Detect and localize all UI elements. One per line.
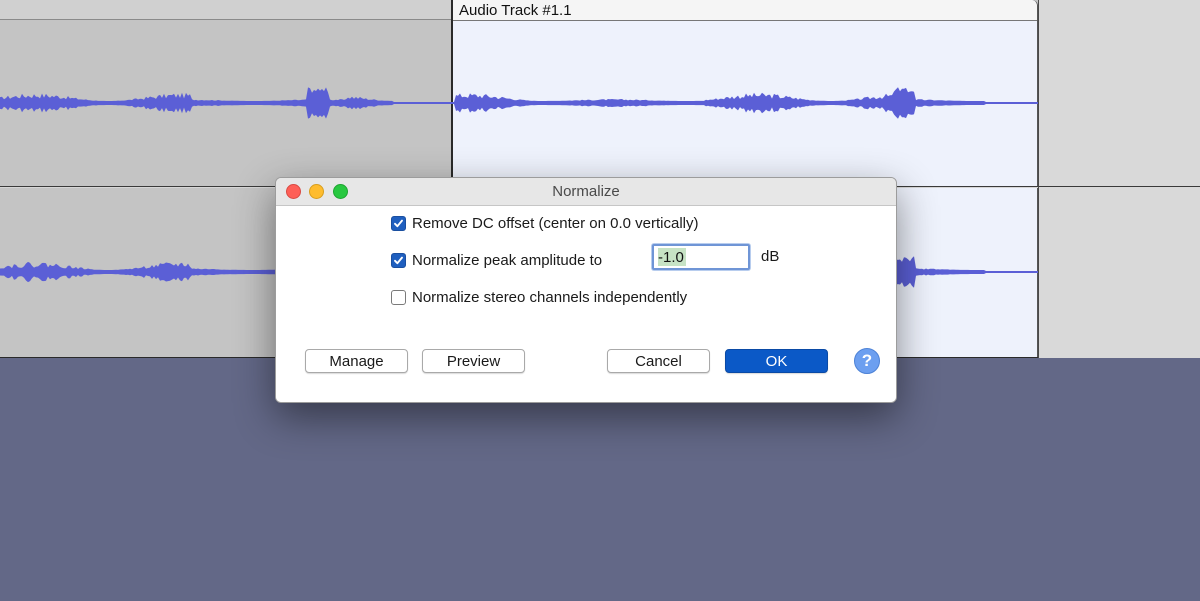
normalize-dialog: Normalize Remove DC offset (center on 0.…: [275, 177, 897, 403]
remove-dc-offset-checkbox[interactable]: [391, 215, 406, 231]
ok-button[interactable]: OK: [725, 349, 828, 373]
track-empty-area: [1038, 0, 1200, 358]
clip-title-bar[interactable]: [0, 0, 451, 20]
remove-dc-offset-option[interactable]: Remove DC offset (center on 0.0 vertical…: [391, 213, 699, 233]
stereo-independent-option[interactable]: Normalize stereo channels independently: [391, 287, 687, 307]
dialog-title: Normalize: [552, 183, 620, 200]
peak-amplitude-input[interactable]: [658, 247, 744, 267]
dialog-titlebar[interactable]: Normalize: [276, 178, 896, 206]
normalize-peak-checkbox[interactable]: [391, 252, 406, 268]
help-icon[interactable]: ?: [854, 348, 880, 374]
remove-dc-offset-label: Remove DC offset (center on 0.0 vertical…: [412, 214, 699, 232]
waveform-channel-top: [0, 87, 1038, 119]
clip-title: Audio Track #1.1: [459, 2, 572, 19]
dialog-body: Remove DC offset (center on 0.0 vertical…: [276, 206, 896, 402]
manage-button[interactable]: Manage: [305, 349, 408, 373]
peak-unit-label: dB: [761, 248, 780, 265]
stereo-independent-checkbox[interactable]: [391, 289, 406, 305]
normalize-peak-label: Normalize peak amplitude to: [412, 251, 603, 269]
cancel-button[interactable]: Cancel: [607, 349, 710, 373]
peak-amplitude-field[interactable]: [652, 244, 750, 270]
normalize-peak-option[interactable]: Normalize peak amplitude to: [391, 250, 602, 270]
stereo-independent-label: Normalize stereo channels independently: [412, 288, 688, 306]
clip-title-bar[interactable]: Audio Track #1.1: [453, 0, 1037, 21]
preview-button[interactable]: Preview: [422, 349, 525, 373]
